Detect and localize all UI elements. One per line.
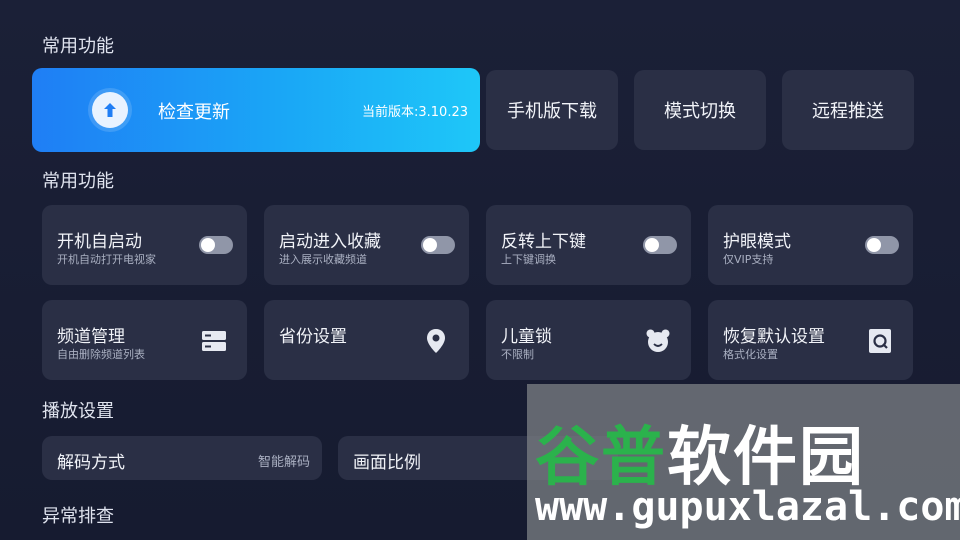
reverse-keys-setting[interactable]: 反转上下键 上下键调换 — [486, 205, 691, 285]
current-version-text: 当前版本:3.10.23 — [362, 105, 468, 120]
section-title-troubleshoot: 异常排查 — [42, 506, 114, 527]
toggle-knob — [867, 238, 881, 252]
setting-title: 护眼模式 — [723, 232, 791, 252]
watermark-overlay: 谷普软件园 www.gupuxlazal.com — [527, 384, 960, 540]
setting-title: 启动进入收藏 — [279, 232, 381, 252]
setting-value: 智能解码 — [257, 455, 310, 470]
watermark-url: www.gupuxlazal.com — [535, 484, 960, 530]
remote-push-label: 远程推送 — [812, 101, 884, 122]
child-lock-setting[interactable]: 儿童锁 不限制 — [486, 300, 691, 380]
setting-title: 画面比例 — [353, 453, 421, 473]
toggle-knob — [645, 238, 659, 252]
list-icon — [202, 331, 226, 351]
reset-icon — [869, 329, 891, 353]
setting-title: 开机自启动 — [57, 232, 142, 252]
decode-mode-setting[interactable]: 解码方式 智能解码 — [42, 436, 322, 480]
mobile-download-label: 手机版下载 — [507, 101, 597, 122]
autostart-toggle[interactable] — [199, 236, 233, 254]
reset-defaults-setting[interactable]: 恢复默认设置 格式化设置 — [708, 300, 913, 380]
check-update-button[interactable]: 检查更新 当前版本:3.10.23 — [32, 68, 480, 152]
setting-title: 恢复默认设置 — [723, 327, 825, 347]
setting-subtitle: 仅VIP支持 — [723, 253, 774, 266]
section-title-common: 常用功能 — [42, 36, 114, 57]
setting-title: 儿童锁 — [501, 327, 552, 347]
setting-subtitle: 不限制 — [501, 348, 534, 361]
remote-push-button[interactable]: 远程推送 — [782, 70, 914, 150]
open-favorites-setting[interactable]: 启动进入收藏 进入展示收藏频道 — [264, 205, 469, 285]
check-update-label: 检查更新 — [158, 102, 230, 123]
location-pin-icon — [427, 329, 445, 353]
setting-title: 省份设置 — [279, 327, 347, 347]
setting-subtitle: 格式化设置 — [723, 348, 778, 361]
mobile-download-button[interactable]: 手机版下载 — [486, 70, 618, 150]
mode-switch-button[interactable]: 模式切换 — [634, 70, 766, 150]
setting-title: 解码方式 — [57, 453, 125, 473]
mode-switch-label: 模式切换 — [664, 101, 736, 122]
setting-subtitle: 自由删除频道列表 — [57, 348, 145, 361]
autostart-setting[interactable]: 开机自启动 开机自动打开电视家 — [42, 205, 247, 285]
setting-subtitle: 进入展示收藏频道 — [279, 253, 367, 266]
arrow-up-icon — [92, 92, 128, 128]
eye-care-toggle[interactable] — [865, 236, 899, 254]
setting-subtitle: 开机自动打开电视家 — [57, 253, 156, 266]
setting-title: 频道管理 — [57, 327, 125, 347]
open-favorites-toggle[interactable] — [421, 236, 455, 254]
channel-management-setting[interactable]: 频道管理 自由删除频道列表 — [42, 300, 247, 380]
bear-icon — [646, 329, 670, 352]
toggle-knob — [201, 238, 215, 252]
setting-subtitle: 上下键调换 — [501, 253, 556, 266]
toggle-knob — [423, 238, 437, 252]
reverse-keys-toggle[interactable] — [643, 236, 677, 254]
eye-care-setting[interactable]: 护眼模式 仅VIP支持 — [708, 205, 913, 285]
section-title-playback: 播放设置 — [42, 401, 114, 422]
section-title-common-2: 常用功能 — [42, 171, 114, 192]
province-setting[interactable]: 省份设置 — [264, 300, 469, 380]
setting-title: 反转上下键 — [501, 232, 586, 252]
